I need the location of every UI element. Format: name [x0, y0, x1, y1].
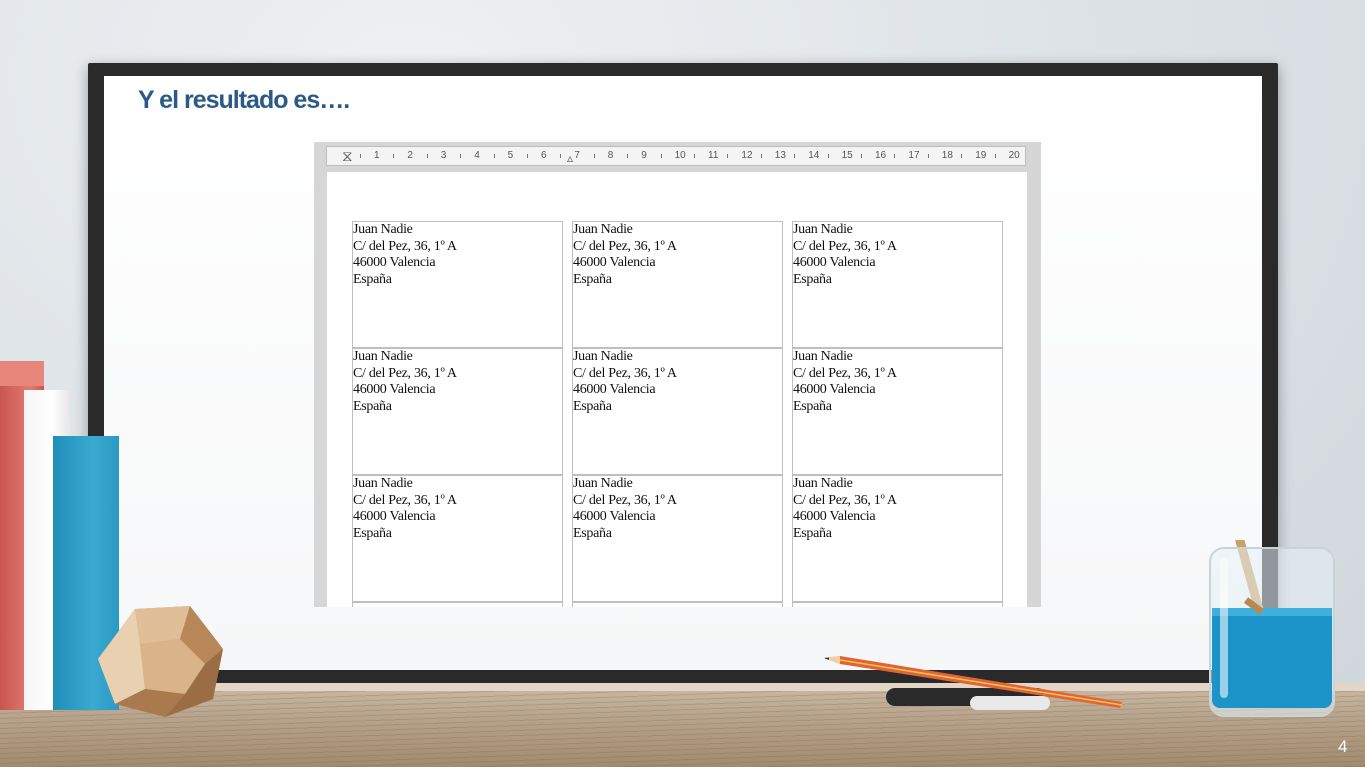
label-name: Juan Nadie: [573, 349, 633, 364]
slide-title: Y el resultado es….: [138, 86, 350, 114]
label-city: 46000 Valencia: [793, 509, 876, 524]
address-label[interactable]: Juan Nadie C/ del Pez, 36, 1º A 46000 Vale…: [572, 221, 783, 348]
label-name: Juan Nadie: [793, 222, 853, 237]
label-name: Juan Nadie: [353, 222, 413, 237]
label-street: C/ del Pez, 36, 1º A: [573, 238, 677, 254]
slide-number: 4: [1338, 737, 1348, 756]
ruler-number: 5: [507, 150, 514, 161]
label-name: Juan Nadie: [573, 222, 633, 237]
label-city: 46000 Valencia: [793, 382, 876, 397]
address-label[interactable]: Juan Nadie C/ del Pez, 36, 1º A 46000 Vale…: [572, 475, 783, 602]
label-name: Juan Nadie: [793, 349, 853, 364]
ruler-tick: [393, 154, 395, 158]
ruler-number: 3: [440, 150, 447, 161]
ruler-number: 17: [908, 150, 920, 161]
label-country: España: [573, 271, 612, 287]
label-street: C/ del Pez, 36, 1º A: [353, 238, 457, 254]
label-street: C/ del Pez, 36, 1º A: [793, 365, 897, 381]
ruler-number: 2: [407, 150, 413, 161]
label-name: Juan Nadie: [353, 349, 413, 364]
ruler-number: 14: [808, 150, 820, 161]
ruler-tick: [894, 154, 896, 158]
label-country: España: [793, 398, 832, 414]
label-city: 46000 Valencia: [793, 255, 876, 270]
ruler-tick: [493, 154, 495, 158]
label-street: C/ del Pez, 36, 1º A: [353, 492, 457, 508]
ruler-tick: [426, 154, 428, 158]
ruler-tick: [694, 154, 695, 158]
ruler-number: 16: [875, 150, 887, 161]
label-name: Juan Nadie: [573, 476, 633, 491]
ruler-tick: [560, 154, 562, 158]
ruler-number: 6: [541, 150, 547, 161]
ruler-number: 9: [641, 150, 647, 161]
label-street: C/ del Pez, 36, 1º A: [353, 365, 457, 381]
ruler-number: 15: [841, 150, 853, 161]
wooden-polyhedron: [98, 606, 223, 717]
label-street: C/ del Pez, 36, 1º A: [573, 365, 677, 381]
pencil-and-marker: [824, 656, 1123, 710]
label-country: España: [573, 525, 612, 541]
label-street: C/ del Pez, 36, 1º A: [573, 492, 677, 508]
indent-marker-icon[interactable]: ⧖: [342, 148, 353, 164]
label-city: 46000 Valencia: [353, 382, 436, 397]
ruler-tick: [593, 154, 595, 158]
label-country: España: [353, 525, 392, 541]
ruler-tick: [460, 154, 462, 158]
ruler-tick: [660, 154, 662, 158]
ruler-tick: [527, 154, 528, 158]
label-country: España: [353, 271, 392, 287]
ruler-tick: [627, 154, 629, 158]
label-name: Juan Nadie: [353, 476, 413, 491]
ruler-tick: [827, 154, 829, 158]
label-country: España: [793, 271, 832, 287]
ruler-tick: [727, 154, 729, 158]
ruler-tick: [994, 154, 996, 158]
ruler-number: 18: [941, 150, 953, 161]
label-country: España: [573, 398, 612, 414]
address-label[interactable]: Juan Nadie C/ del Pez, 36, 1º A 46000 Vale…: [572, 348, 783, 475]
address-label[interactable]: Juan Nadie C/ del Pez, 36, 1º A 46000 Vale…: [352, 475, 563, 602]
ruler-tick: [961, 154, 963, 158]
ruler-tick: [794, 154, 796, 158]
ruler-number: 8: [607, 150, 614, 161]
address-label-partial[interactable]: [352, 602, 563, 607]
label-country: España: [793, 525, 832, 541]
label-street: C/ del Pez, 36, 1º A: [793, 238, 897, 254]
label-city: 46000 Valencia: [353, 509, 436, 524]
address-label[interactable]: Juan Nadie C/ del Pez, 36, 1º A 46000 Vale…: [792, 475, 1003, 602]
address-label[interactable]: Juan Nadie C/ del Pez, 36, 1º A 46000 Vale…: [352, 221, 563, 348]
document-screenshot: ⧖ ▵ 1 2 3 4 5 6 7 8 9 10 11 12 13 14 15 16 17 18 19 20 Juan…: [314, 142, 1041, 607]
ruler-tick: [927, 154, 929, 158]
ruler-number: 7: [574, 150, 580, 161]
red-book-top: [0, 361, 44, 386]
horizontal-ruler[interactable]: ⧖ ▵ 1 2 3 4 5 6 7 8 9 10 11 12 13 14 15 16 17 18 19 20: [326, 146, 1026, 166]
ruler-tick: [861, 154, 862, 158]
ruler-number: 11: [708, 150, 719, 161]
ruler-number: 19: [975, 150, 987, 161]
address-label-partial[interactable]: [792, 602, 1003, 607]
label-city: 46000 Valencia: [573, 509, 656, 524]
ruler-tick: [360, 154, 361, 158]
paint-jar: [1209, 540, 1335, 717]
ruler-number: 1: [374, 150, 380, 161]
ruler-number: 20: [1008, 150, 1020, 161]
ruler-number: 4: [474, 150, 480, 161]
label-city: 46000 Valencia: [573, 255, 656, 270]
address-label[interactable]: Juan Nadie C/ del Pez, 36, 1º A 46000 Vale…: [352, 348, 563, 475]
label-name: Juan Nadie: [793, 476, 853, 491]
label-city: 46000 Valencia: [353, 255, 436, 270]
address-label-partial[interactable]: [572, 602, 783, 607]
label-street: C/ del Pez, 36, 1º A: [793, 492, 897, 508]
tab-stop-icon[interactable]: ▵: [567, 151, 573, 165]
label-city: 46000 Valencia: [573, 382, 656, 397]
ruler-tick: [760, 154, 762, 158]
label-country: España: [353, 398, 392, 414]
ruler-number: 10: [674, 150, 686, 161]
ruler-number: 13: [774, 150, 786, 161]
ruler-number: 12: [741, 150, 753, 161]
address-label[interactable]: Juan Nadie C/ del Pez, 36, 1º A 46000 Vale…: [792, 221, 1003, 348]
address-label[interactable]: Juan Nadie C/ del Pez, 36, 1º A 46000 Vale…: [792, 348, 1003, 475]
